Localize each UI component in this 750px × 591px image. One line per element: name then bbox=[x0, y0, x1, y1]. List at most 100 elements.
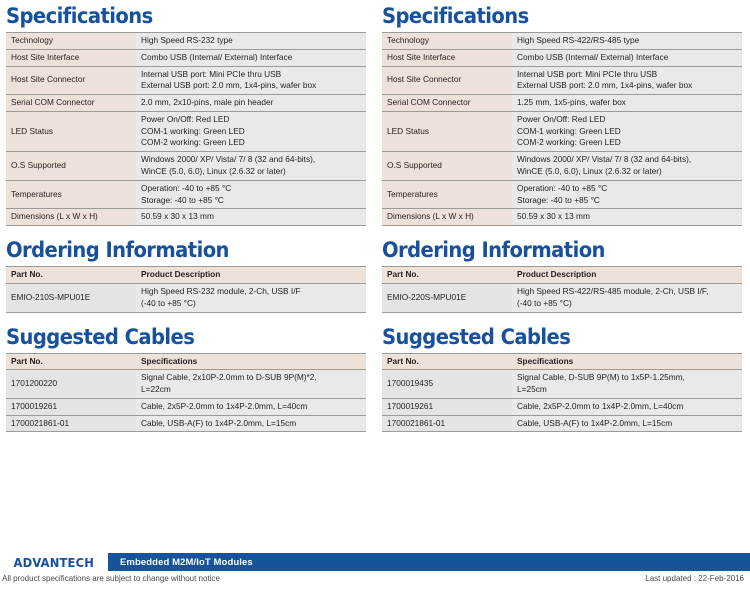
table-row: Technology High Speed RS-232 type bbox=[6, 32, 366, 50]
spec-key: Host Site Connector bbox=[6, 65, 136, 95]
spec-key: Technology bbox=[382, 32, 512, 50]
cable-description: Cable, USB-A(F) to 1x4P-2.0mm, L=15cm bbox=[136, 414, 366, 433]
cables-table-right: Part No. Specifications 1700019435 Signa… bbox=[382, 352, 742, 433]
spec-key: Temperatures bbox=[6, 179, 136, 209]
two-column-layout: Specifications Technology High Speed RS-… bbox=[0, 0, 750, 433]
table-header-row: Part No. Specifications bbox=[6, 352, 366, 371]
page-title-ordering-right: Ordering Information bbox=[382, 238, 605, 263]
cable-description: Cable, USB-A(F) to 1x4P-2.0mm, L=15cm bbox=[512, 414, 742, 433]
page-title-cables-left: Suggested Cables bbox=[6, 324, 195, 349]
column-header-part-no: Part No. bbox=[6, 266, 136, 284]
table-row: Host Site Interface Combo USB (Internal/… bbox=[382, 48, 742, 67]
page-footer: ADVANTECH Embedded M2M/IoT Modules All p… bbox=[0, 547, 750, 591]
table-row: Host Site Connector Internal USB port: M… bbox=[6, 65, 366, 95]
table-row: O.S Supported Windows 2000/ XP/ Vista/ 7… bbox=[6, 151, 366, 181]
table-header-row: Part No. Specifications bbox=[382, 352, 742, 371]
table-row: Dimensions (L x W x H) 50.59 x 30 x 13 m… bbox=[6, 208, 366, 227]
ordering-part-no: EMIO-210S-MPU01E bbox=[6, 282, 136, 313]
specifications-table-left: Technology High Speed RS-232 type Host S… bbox=[6, 32, 366, 227]
column-header-product-description: Product Description bbox=[512, 266, 742, 284]
spec-value: Power On/Off: Red LED COM-1 working: Gre… bbox=[136, 110, 366, 152]
table-header-row: Part No. Product Description bbox=[382, 266, 742, 284]
spec-key: Dimensions (L x W x H) bbox=[382, 208, 512, 227]
cables-table-left: Part No. Specifications 1701200220 Signa… bbox=[6, 352, 366, 433]
table-row: Dimensions (L x W x H) 50.59 x 30 x 13 m… bbox=[382, 208, 742, 227]
advantech-logo-text: ADVANTECH bbox=[13, 554, 95, 570]
column-right: Specifications Technology High Speed RS-… bbox=[382, 0, 742, 433]
footer-last-updated: Last updated : 22-Feb-2016 bbox=[645, 574, 744, 583]
ordering-part-no: EMIO-220S-MPU01E bbox=[382, 282, 512, 313]
spec-key: LED Status bbox=[382, 110, 512, 152]
page-title-cables-right: Suggested Cables bbox=[382, 324, 571, 349]
table-row: Technology High Speed RS-422/RS-485 type bbox=[382, 32, 742, 50]
table-row: Serial COM Connector 2.0 mm, 2x10-pins, … bbox=[6, 94, 366, 112]
footer-category-bar: Embedded M2M/IoT Modules bbox=[108, 553, 750, 571]
page-title-ordering-left: Ordering Information bbox=[6, 238, 229, 263]
spec-value: Windows 2000/ XP/ Vista/ 7/ 8 (32 and 64… bbox=[512, 151, 742, 181]
spec-key: Temperatures bbox=[382, 179, 512, 209]
column-header-specifications: Specifications bbox=[512, 352, 742, 371]
spec-key: Serial COM Connector bbox=[6, 94, 136, 112]
cable-description: Cable, 2x5P-2.0mm to 1x4P-2.0mm, L=40cm bbox=[136, 397, 366, 416]
spec-key: Host Site Interface bbox=[382, 48, 512, 67]
table-header-row: Part No. Product Description bbox=[6, 266, 366, 284]
spec-key: Serial COM Connector bbox=[382, 94, 512, 112]
table-row: 1700019435 Signal Cable, D-SUB 9P(M) to … bbox=[382, 369, 742, 399]
datasheet-page: Specifications Technology High Speed RS-… bbox=[0, 0, 750, 591]
cable-part-no: 1700021861-01 bbox=[6, 414, 136, 433]
column-header-part-no: Part No. bbox=[6, 352, 136, 371]
table-row: 1701200220 Signal Cable, 2x10P-2.0mm to … bbox=[6, 369, 366, 399]
table-row: Host Site Connector Internal USB port: M… bbox=[382, 65, 742, 95]
cable-part-no: 1700019261 bbox=[6, 397, 136, 416]
ordering-table-left: Part No. Product Description EMIO-210S-M… bbox=[6, 266, 366, 313]
spec-value: 2.0 mm, 2x10-pins, male pin header bbox=[136, 94, 366, 112]
table-row: Temperatures Operation: -40 to +85 °C St… bbox=[6, 179, 366, 209]
cable-description: Signal Cable, 2x10P-2.0mm to D-SUB 9P(M)… bbox=[136, 369, 366, 399]
spec-key: Dimensions (L x W x H) bbox=[6, 208, 136, 227]
column-header-part-no: Part No. bbox=[382, 266, 512, 284]
cable-part-no: 1700021861-01 bbox=[382, 414, 512, 433]
spec-value: Combo USB (Internal/ External) Interface bbox=[512, 48, 742, 67]
spec-value: Internal USB port: Mini PCIe thru USB Ex… bbox=[136, 65, 366, 95]
spec-value: Power On/Off: Red LED COM-1 working: Gre… bbox=[512, 110, 742, 152]
table-row: EMIO-220S-MPU01E High Speed RS-422/RS-48… bbox=[382, 282, 742, 313]
table-row: Host Site Interface Combo USB (Internal/… bbox=[6, 48, 366, 67]
footer-disclaimer: All product specifications are subject t… bbox=[2, 574, 220, 583]
spec-key: O.S Supported bbox=[6, 151, 136, 181]
page-title-specifications-left: Specifications bbox=[6, 4, 153, 28]
spec-value: High Speed RS-422/RS-485 type bbox=[512, 32, 742, 50]
spec-value: Operation: -40 to +85 °C Storage: -40 to… bbox=[512, 179, 742, 209]
spec-key: Technology bbox=[6, 32, 136, 50]
ordering-table-right: Part No. Product Description EMIO-220S-M… bbox=[382, 266, 742, 313]
spec-value: 1.25 mm, 1x5-pins, wafer box bbox=[512, 94, 742, 112]
cable-part-no: 1701200220 bbox=[6, 369, 136, 399]
table-row: O.S Supported Windows 2000/ XP/ Vista/ 7… bbox=[382, 151, 742, 181]
spec-key: Host Site Interface bbox=[6, 48, 136, 67]
ordering-description: High Speed RS-232 module, 2-Ch, USB I/F … bbox=[136, 282, 366, 313]
cable-description: Signal Cable, D-SUB 9P(M) to 1x5P-1.25mm… bbox=[512, 369, 742, 399]
spec-key: LED Status bbox=[6, 110, 136, 152]
cable-part-no: 1700019261 bbox=[382, 397, 512, 416]
column-left: Specifications Technology High Speed RS-… bbox=[6, 0, 366, 433]
table-row: EMIO-210S-MPU01E High Speed RS-232 modul… bbox=[6, 282, 366, 313]
page-title-specifications-right: Specifications bbox=[382, 4, 529, 28]
table-row: LED Status Power On/Off: Red LED COM-1 w… bbox=[6, 110, 366, 152]
footer-category-label: Embedded M2M/IoT Modules bbox=[120, 556, 253, 568]
table-row: Serial COM Connector 1.25 mm, 1x5-pins, … bbox=[382, 94, 742, 112]
cable-part-no: 1700019435 bbox=[382, 369, 512, 399]
table-row: 1700019261 Cable, 2x5P-2.0mm to 1x4P-2.0… bbox=[382, 397, 742, 416]
footer-brand-bar: ADVANTECH Embedded M2M/IoT Modules bbox=[0, 553, 750, 571]
column-header-specifications: Specifications bbox=[136, 352, 366, 371]
table-row: 1700019261 Cable, 2x5P-2.0mm to 1x4P-2.0… bbox=[6, 397, 366, 416]
spec-key: Host Site Connector bbox=[382, 65, 512, 95]
spec-value: Windows 2000/ XP/ Vista/ 7/ 8 (32 and 64… bbox=[136, 151, 366, 181]
spec-value: 50.59 x 30 x 13 mm bbox=[136, 208, 366, 227]
table-row: LED Status Power On/Off: Red LED COM-1 w… bbox=[382, 110, 742, 152]
table-row: 1700021861-01 Cable, USB-A(F) to 1x4P-2.… bbox=[382, 414, 742, 433]
advantech-logo: ADVANTECH bbox=[0, 553, 108, 571]
column-header-part-no: Part No. bbox=[382, 352, 512, 371]
column-header-product-description: Product Description bbox=[136, 266, 366, 284]
table-row: Temperatures Operation: -40 to +85 °C St… bbox=[382, 179, 742, 209]
spec-value: High Speed RS-232 type bbox=[136, 32, 366, 50]
spec-value: Internal USB port: Mini PCIe thru USB Ex… bbox=[512, 65, 742, 95]
